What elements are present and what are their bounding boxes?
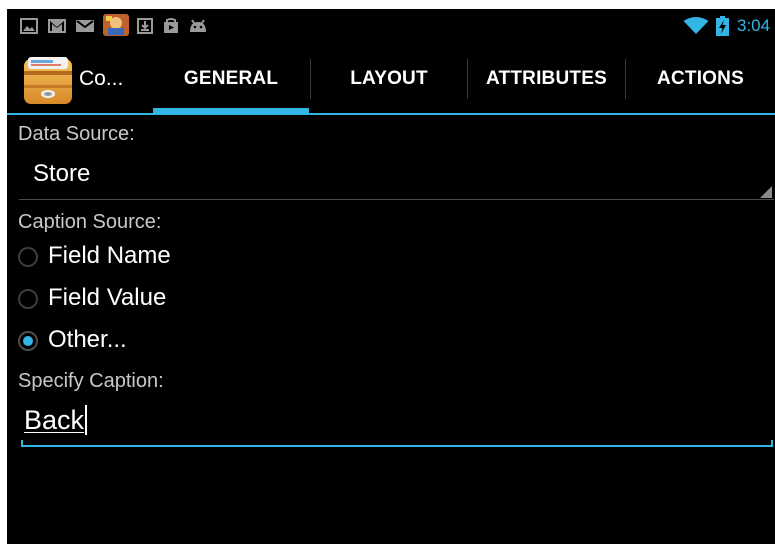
tab-attributes[interactable]: ATTRIBUTES	[468, 43, 625, 114]
radio-label: Other...	[48, 326, 127, 353]
gallery-icon	[20, 18, 38, 34]
game-app-icon	[103, 14, 129, 36]
caption-source-label: Caption Source:	[18, 211, 162, 233]
tab-label: LAYOUT	[350, 67, 428, 89]
caption-value: Back	[24, 405, 85, 435]
play-store-icon	[164, 18, 178, 33]
radio-field-value[interactable]: Field Value	[16, 282, 416, 318]
caption-input-text: Back	[24, 405, 88, 436]
status-bar: 3:04	[7, 9, 775, 43]
tab-general[interactable]: GENERAL	[153, 43, 309, 114]
tab-layout[interactable]: LAYOUT	[311, 43, 467, 114]
action-bar-divider	[7, 113, 775, 115]
radio-field-name[interactable]: Field Name	[16, 240, 416, 276]
wifi-icon	[683, 17, 709, 34]
device-screen: 3:04 Co... GENERAL LAYOUT ATTRIBUTES ACT…	[7, 9, 775, 544]
radio-dot	[23, 336, 33, 346]
spinner-arrow-icon	[760, 186, 772, 198]
caption-field-underline	[21, 445, 773, 447]
data-source-value: Store	[33, 160, 91, 187]
text-cursor	[85, 405, 88, 435]
radio-checked-icon	[18, 331, 38, 351]
drawer-cabinet-icon[interactable]	[23, 55, 73, 105]
email-icon	[76, 20, 94, 32]
download-icon	[137, 18, 153, 34]
radio-label: Field Name	[48, 242, 171, 269]
caption-text-field[interactable]: Back	[21, 399, 773, 447]
tab-label: ATTRIBUTES	[486, 67, 607, 89]
android-icon	[190, 19, 206, 32]
status-time: 3:04	[737, 16, 771, 35]
tab-label: ACTIONS	[657, 67, 744, 89]
specify-caption-label: Specify Caption:	[18, 370, 164, 392]
data-source-spinner[interactable]: Store	[19, 154, 774, 200]
radio-other[interactable]: Other...	[16, 324, 416, 360]
tab-label: GENERAL	[183, 67, 279, 89]
action-bar: Co... GENERAL LAYOUT ATTRIBUTES ACTIONS	[7, 43, 775, 114]
radio-unchecked-icon	[18, 289, 38, 309]
tab-actions[interactable]: ACTIONS	[626, 43, 775, 114]
data-source-label: Data Source:	[18, 123, 135, 145]
gmail-icon	[48, 19, 66, 33]
radio-unchecked-icon	[18, 247, 38, 267]
radio-label: Field Value	[48, 284, 167, 311]
app-title: Co...	[79, 67, 124, 90]
battery-charging-icon	[716, 16, 729, 36]
spinner-underline	[19, 199, 774, 200]
